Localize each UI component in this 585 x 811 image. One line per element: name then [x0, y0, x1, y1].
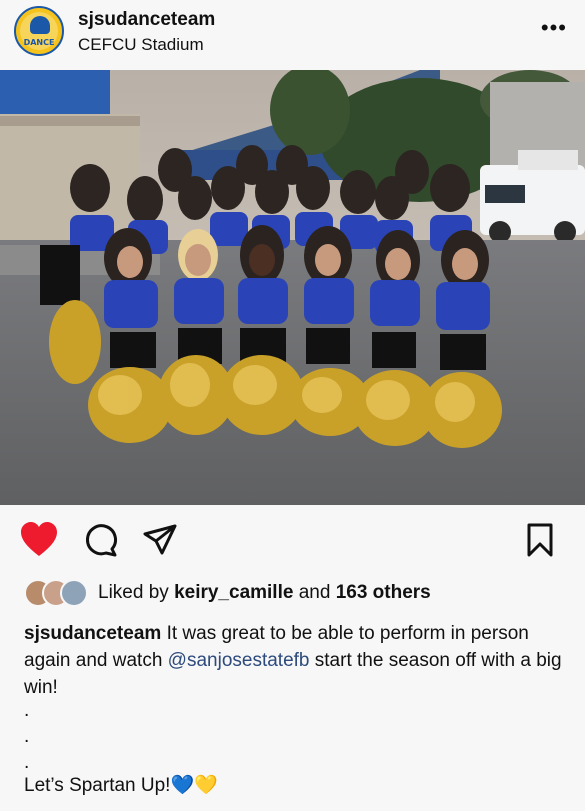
heart-icon[interactable]: [20, 522, 58, 558]
comment-icon[interactable]: [82, 522, 118, 558]
yellow-heart-icon: 💛: [194, 775, 218, 796]
post-caption: sjsudanceteam It was great to be able to…: [24, 620, 564, 701]
likes-others[interactable]: 163 others: [336, 582, 431, 603]
avatar-text: DANCE: [23, 38, 55, 47]
caption-closing: Let’s Spartan Up!💙💛: [24, 773, 218, 797]
likes-prefix: Liked by: [98, 582, 169, 603]
more-options-button[interactable]: •••: [541, 17, 567, 39]
spartan-helmet-icon: [30, 16, 50, 34]
caption-username[interactable]: sjsudanceteam: [24, 623, 161, 644]
post-photo[interactable]: [0, 70, 585, 505]
likes-user[interactable]: keiry_camille: [174, 582, 293, 603]
post-location[interactable]: CEFCU Stadium: [78, 35, 204, 55]
bookmark-icon[interactable]: [524, 522, 556, 558]
share-icon[interactable]: [142, 522, 178, 558]
post-username[interactable]: sjsudanceteam: [78, 9, 215, 31]
likes-connector: and: [298, 582, 331, 603]
post-action-bar: [0, 522, 585, 566]
liker-avatar: [60, 579, 88, 607]
likes-text: Liked by keiry_camille and 163 others: [98, 582, 431, 604]
post-header: DANCE sjsudanceteam CEFCU Stadium •••: [0, 0, 585, 70]
profile-avatar[interactable]: DANCE: [14, 6, 64, 56]
likes-row[interactable]: Liked by keiry_camille and 163 others: [24, 578, 431, 608]
caption-dot: .: [24, 700, 30, 721]
caption-dot: .: [24, 752, 30, 773]
dance-team-photo: [0, 70, 585, 505]
caption-dot: .: [24, 726, 30, 747]
caption-mention[interactable]: @sanjosestatefb: [168, 650, 310, 671]
caption-closing-text: Let’s Spartan Up!: [24, 775, 171, 796]
blue-heart-icon: 💙: [170, 775, 195, 796]
